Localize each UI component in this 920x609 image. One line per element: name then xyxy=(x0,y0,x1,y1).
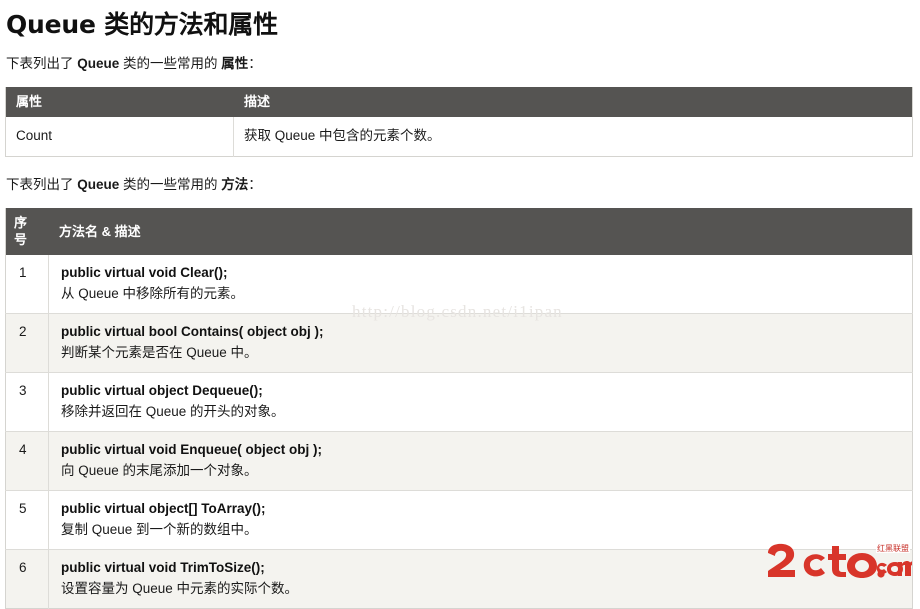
logo-badge-text: 红黑联盟 xyxy=(876,544,910,553)
table-row: 3 public virtual object Dequeue(); 移除并返回… xyxy=(5,372,913,432)
page-title: Queue 类的方法和属性 xyxy=(6,10,278,39)
methods-intro-suffix-keyword: 方法 xyxy=(221,177,249,192)
property-name-cell: Count xyxy=(16,128,53,143)
methods-intro-middle: 类的一些常用的 xyxy=(119,177,222,192)
properties-intro: 下表列出了 Queue 类的一些常用的 属性： xyxy=(6,54,920,74)
table-row: 1 public virtual void Clear(); 从 Queue 中… xyxy=(6,255,913,314)
method-signature: public virtual object Dequeue(); xyxy=(61,383,263,398)
method-body-cell: public virtual void Clear(); 从 Queue 中移除… xyxy=(48,255,913,314)
page-root: Queue 类的方法和属性 下表列出了 Queue 类的一些常用的 属性： 属性… xyxy=(0,8,920,609)
methods-header-row: 序号 方法名 & 描述 xyxy=(5,208,913,255)
method-index-cell: 5 xyxy=(5,490,49,550)
properties-intro-end: ： xyxy=(248,56,262,71)
properties-intro-prefix: 下表列出了 xyxy=(6,56,78,71)
method-signature: public virtual object[] ToArray(); xyxy=(61,501,266,516)
method-signature: public virtual void Clear(); xyxy=(61,265,228,280)
methods-header-index: 序号 xyxy=(5,208,49,255)
properties-table: 属性 描述 Count 获取 Queue 中包含的元素个数。 xyxy=(5,87,913,157)
methods-header-signature: 方法名 & 描述 xyxy=(48,208,913,255)
table-row: 2 public virtual bool Contains( object o… xyxy=(5,313,913,373)
method-description: 复制 Queue 到一个新的数组中。 xyxy=(61,522,258,537)
properties-header-row: 属性 描述 xyxy=(5,87,913,117)
properties-intro-keyword: Queue xyxy=(77,56,120,71)
methods-intro-prefix: 下表列出了 xyxy=(6,177,78,192)
method-index-cell: 1 xyxy=(19,265,27,280)
method-signature: public virtual void Enqueue( object obj … xyxy=(61,442,323,457)
table-row: 4 public virtual void Enqueue( object ob… xyxy=(5,431,913,491)
method-description: 向 Queue 的末尾添加一个对象。 xyxy=(61,463,258,478)
method-signature: public virtual bool Contains( object obj… xyxy=(61,324,324,339)
properties-intro-middle: 类的一些常用的 xyxy=(119,56,222,71)
properties-table-body: Count 获取 Queue 中包含的元素个数。 xyxy=(6,117,913,157)
properties-header-name: 属性 xyxy=(5,87,234,117)
property-desc-cell: 获取 Queue 中包含的元素个数。 xyxy=(233,117,913,157)
method-index-cell: 4 xyxy=(5,431,49,491)
method-description: 从 Queue 中移除所有的元素。 xyxy=(61,286,245,301)
properties-intro-suffix-keyword: 属性 xyxy=(221,56,249,71)
methods-intro-keyword: Queue xyxy=(77,177,120,192)
method-body-cell: public virtual object[] ToArray(); 复制 Qu… xyxy=(48,490,913,550)
site-logo: 红黑联盟 xyxy=(762,542,912,584)
properties-table-head: 属性 描述 xyxy=(5,87,913,117)
table-row: Count 获取 Queue 中包含的元素个数。 xyxy=(6,117,913,157)
method-index-cell: 6 xyxy=(5,549,49,609)
table-row: 5 public virtual object[] ToArray(); 复制 … xyxy=(5,490,913,550)
method-description: 判断某个元素是否在 Queue 中。 xyxy=(61,345,258,360)
method-body-cell: public virtual bool Contains( object obj… xyxy=(48,313,913,373)
properties-header-desc: 描述 xyxy=(233,87,913,117)
methods-table-head: 序号 方法名 & 描述 xyxy=(5,208,913,255)
method-index-cell: 2 xyxy=(5,313,49,373)
method-description: 移除并返回在 Queue 的开头的对象。 xyxy=(61,404,285,419)
methods-intro: 下表列出了 Queue 类的一些常用的 方法： xyxy=(6,175,920,195)
methods-intro-end: ： xyxy=(248,177,262,192)
method-index-cell: 3 xyxy=(5,372,49,432)
method-body-cell: public virtual object Dequeue(); 移除并返回在 … xyxy=(48,372,913,432)
method-body-cell: public virtual void Enqueue( object obj … xyxy=(48,431,913,491)
